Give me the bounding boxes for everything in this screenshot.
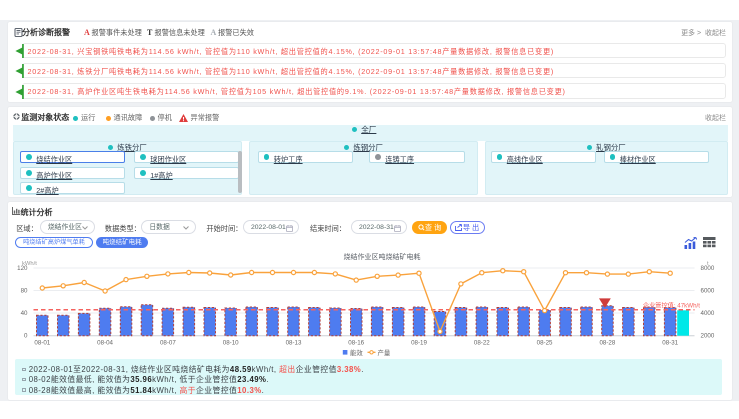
svg-text:6000: 6000 xyxy=(701,288,715,295)
svg-text:08-31: 08-31 xyxy=(662,340,678,347)
svg-text:08-28: 08-28 xyxy=(599,340,615,347)
svg-text:120: 120 xyxy=(17,265,28,272)
svg-text:08-19: 08-19 xyxy=(411,340,427,347)
svg-text:08-10: 08-10 xyxy=(223,340,239,347)
svg-text:烧结作业区吨烧结矿电耗: 烧结作业区吨烧结矿电耗 xyxy=(344,252,421,261)
svg-text:8000: 8000 xyxy=(701,265,715,272)
svg-text:2000: 2000 xyxy=(701,333,715,340)
svg-text:08-22: 08-22 xyxy=(474,340,490,347)
svg-text:能效: 能效 xyxy=(350,348,363,357)
svg-text:08-13: 08-13 xyxy=(286,340,302,347)
svg-text:40: 40 xyxy=(21,310,28,317)
svg-text:08-16: 08-16 xyxy=(348,340,364,347)
svg-text:0: 0 xyxy=(24,333,28,340)
svg-text:08-04: 08-04 xyxy=(97,340,113,347)
svg-text:08-01: 08-01 xyxy=(34,340,50,347)
svg-text:企业管控值: 47kWh/t: 企业管控值: 47kWh/t xyxy=(643,302,700,310)
svg-text:产量: 产量 xyxy=(378,348,391,357)
svg-text:80: 80 xyxy=(21,288,28,295)
svg-text:08-07: 08-07 xyxy=(160,340,176,347)
svg-text:08-25: 08-25 xyxy=(537,340,553,347)
svg-text:4000: 4000 xyxy=(701,310,715,317)
